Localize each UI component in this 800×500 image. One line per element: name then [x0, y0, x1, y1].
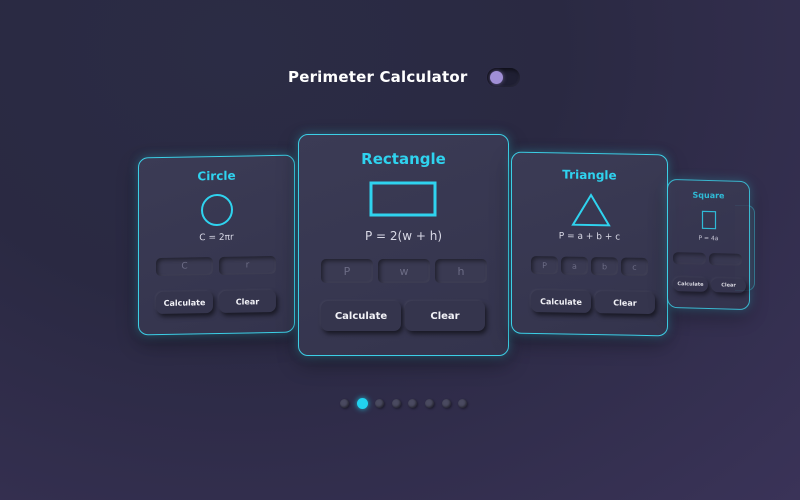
inputs-row: P a b c: [531, 255, 651, 277]
input-b[interactable]: b: [591, 257, 618, 276]
page-title: Perimeter Calculator: [288, 68, 468, 86]
card-title: Triangle: [562, 167, 617, 183]
calculate-button[interactable]: Calculate: [531, 289, 591, 314]
square-card: Square P = 4a Calculate Clear: [667, 178, 750, 311]
pagination-dot[interactable]: [375, 399, 385, 408]
triangle-icon: [571, 193, 611, 227]
formula: P = a + b + c: [558, 231, 621, 243]
rectangle-card: Rectangle P = 2(w + h) P w h Calculate C…: [298, 134, 509, 356]
rectangle-icon: [369, 181, 437, 217]
clear-button[interactable]: Clear: [219, 289, 276, 313]
inputs-row: [673, 252, 745, 266]
input-w[interactable]: w: [378, 259, 430, 283]
header: Perimeter Calculator: [0, 66, 800, 90]
theme-toggle[interactable]: [487, 68, 520, 87]
input-p[interactable]: P: [531, 255, 558, 275]
buttons-row: Calculate Clear: [156, 289, 282, 315]
input-a[interactable]: a: [561, 256, 588, 275]
formula: P = 2(w + h): [364, 229, 443, 243]
pagination-dots: [340, 398, 475, 409]
card-title: Circle: [197, 168, 236, 184]
pagination-dot[interactable]: [424, 399, 434, 408]
clear-button[interactable]: Clear: [405, 301, 485, 331]
formula: C = 2πr: [199, 232, 234, 244]
input-r[interactable]: r: [219, 255, 276, 275]
input-p[interactable]: [673, 252, 706, 265]
inputs-row: C r: [156, 255, 282, 277]
card-title: Rectangle: [361, 150, 446, 168]
input-p[interactable]: P: [321, 259, 373, 283]
calculate-button[interactable]: Calculate: [673, 277, 708, 292]
calculate-button[interactable]: Calculate: [156, 291, 213, 315]
inputs-row: P w h: [321, 259, 492, 283]
square-icon: [701, 210, 717, 230]
card-title: Square: [692, 190, 725, 201]
pagination-dot[interactable]: [458, 399, 468, 408]
input-c[interactable]: c: [621, 257, 648, 277]
input-h[interactable]: h: [435, 259, 487, 283]
triangle-card: Triangle P = a + b + c P a b c Calculate…: [511, 151, 668, 337]
pagination-dot[interactable]: [391, 399, 401, 408]
formula: P = 4a: [698, 234, 719, 243]
pagination-dot[interactable]: [441, 399, 451, 408]
pagination-dot[interactable]: [408, 399, 418, 408]
input-a[interactable]: [709, 253, 742, 266]
circle-icon: [201, 193, 233, 226]
clear-button[interactable]: Clear: [595, 291, 655, 315]
buttons-row: Calculate Clear: [673, 277, 749, 293]
input-c[interactable]: C: [156, 257, 213, 277]
buttons-row: Calculate Clear: [321, 301, 489, 331]
circle-card: Circle C = 2πr C r Calculate Clear: [138, 154, 295, 336]
buttons-row: Calculate Clear: [531, 289, 659, 315]
calculate-button[interactable]: Calculate: [321, 301, 401, 331]
pagination-dot[interactable]: [356, 398, 368, 409]
pagination-dot[interactable]: [340, 399, 349, 408]
clear-button[interactable]: Clear: [711, 278, 746, 293]
toggle-knob: [490, 71, 503, 84]
